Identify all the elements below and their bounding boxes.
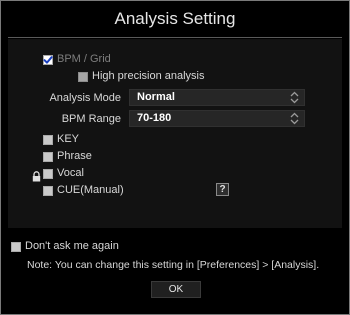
key-checkbox[interactable] [43,135,53,145]
select-arrows-icon [290,91,299,104]
analysis-mode-select[interactable]: Normal [129,89,305,106]
settings-note: Note: You can change this setting in [Pr… [27,259,320,271]
select-arrows-icon [290,112,299,125]
bpm-range-select[interactable]: 70-180 [129,110,305,127]
ok-button[interactable]: OK [151,281,201,298]
analysis-mode-label: Analysis Mode [49,92,121,104]
lock-icon [32,171,41,182]
checkmark-icon [43,56,53,64]
analysis-setting-dialog: Analysis Setting BPM / Grid High precisi… [0,0,350,315]
vocal-label: Vocal [57,167,84,179]
bpm-range-label: BPM Range [61,113,121,125]
phrase-checkbox[interactable] [43,152,53,162]
dialog-title: Analysis Setting [114,9,236,28]
cue-manual-checkbox[interactable] [43,186,53,196]
title-divider [8,37,342,38]
key-label: KEY [57,133,80,145]
bpm-grid-checkbox[interactable] [43,55,53,65]
analysis-mode-value: Normal [137,91,175,103]
cue-manual-label: CUE(Manual) [57,184,124,196]
high-precision-checkbox[interactable] [78,72,88,82]
high-precision-label: High precision analysis [92,70,205,82]
bpm-grid-label: BPM / Grid [57,53,111,65]
vocal-checkbox[interactable] [43,169,53,179]
dont-ask-label: Don't ask me again [25,240,119,252]
dont-ask-checkbox[interactable] [11,242,21,252]
phrase-label: Phrase [57,150,92,162]
bpm-range-value: 70-180 [137,112,172,124]
help-button[interactable]: ? [216,183,229,196]
